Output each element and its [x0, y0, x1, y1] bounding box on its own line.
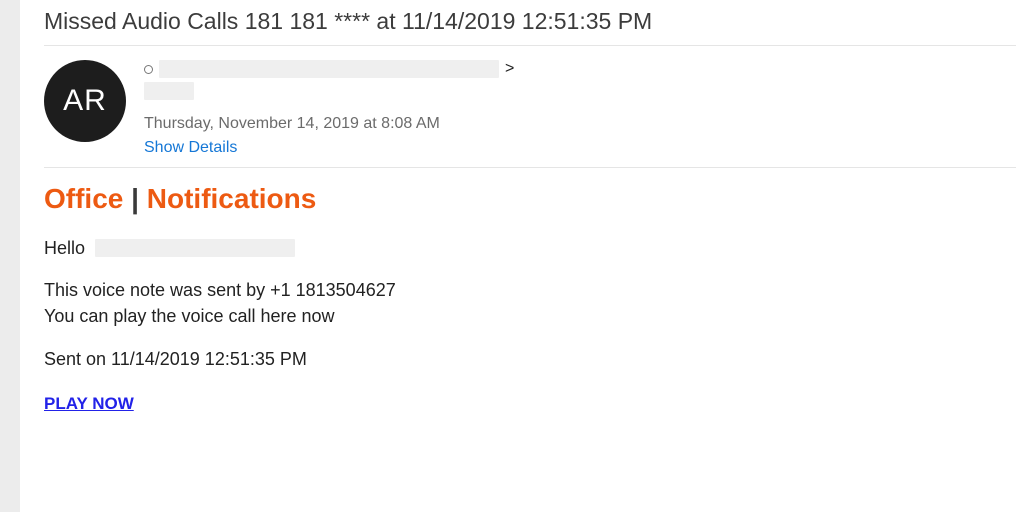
- play-now-link[interactable]: PLAY NOW: [44, 393, 134, 416]
- show-details-link[interactable]: Show Details: [144, 139, 1016, 157]
- sender-meta: > Thursday, November 14, 2019 at 8:08 AM…: [144, 60, 1016, 157]
- avatar[interactable]: AR: [44, 60, 126, 142]
- from-line: >: [144, 60, 1016, 78]
- redacted-to: [144, 82, 194, 100]
- angle-bracket: >: [505, 60, 514, 78]
- brand-header: Office | Notifications: [44, 180, 1016, 218]
- brand-right: Notifications: [147, 183, 317, 214]
- sent-timestamp: Sent on 11/14/2019 12:51:35 PM: [44, 347, 1016, 371]
- message-pane: Missed Audio Calls 181 181 **** at 11/14…: [20, 0, 1024, 512]
- body-line-2: You can play the voice call here now: [44, 304, 1016, 328]
- email-body: Office | Notifications Hello This voice …: [44, 168, 1016, 416]
- avatar-initials: AR: [63, 84, 107, 118]
- redacted-recipient: [95, 239, 295, 257]
- left-gutter: [0, 0, 20, 512]
- redacted-from-address: [159, 60, 499, 78]
- brand-separator: |: [123, 183, 146, 214]
- presence-icon: [144, 65, 153, 74]
- body-line-1: This voice note was sent by +1 181350462…: [44, 278, 1016, 302]
- email-subject: Missed Audio Calls 181 181 **** at 11/14…: [44, 0, 1016, 45]
- greeting-text: Hello: [44, 236, 85, 260]
- email-date: Thursday, November 14, 2019 at 8:08 AM: [144, 115, 1016, 133]
- email-header: AR > Thursday, November 14, 2019 at 8:08…: [44, 46, 1016, 167]
- brand-left: Office: [44, 183, 123, 214]
- greeting-line: Hello: [44, 236, 1016, 260]
